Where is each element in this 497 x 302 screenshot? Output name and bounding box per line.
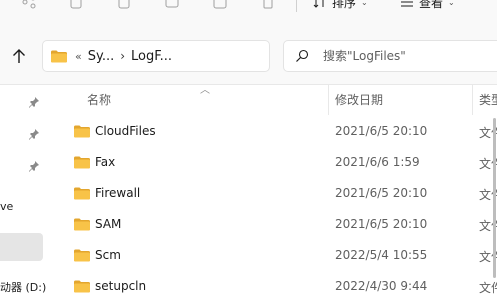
search-box[interactable] (283, 40, 497, 72)
search-icon (296, 49, 309, 62)
file-name: SAM (95, 217, 122, 231)
chevron-down-icon: ⌄ (361, 0, 368, 7)
delete-icon[interactable] (260, 0, 276, 10)
file-type: 文件 (479, 281, 497, 295)
file-date: 2021/6/6 1:59 (335, 155, 420, 169)
file-list: ︿ 名称 修改日期 类型 CloudFiles 2021/6/5 20:10 文… (62, 85, 497, 300)
file-row[interactable]: setupcln 2022/4/30 9:44 文件 (62, 271, 497, 302)
scrollbar-thumb[interactable] (493, 118, 496, 278)
pin-icon[interactable] (28, 128, 40, 140)
overflow-chevron[interactable]: « (75, 50, 82, 63)
folder-icon (51, 50, 67, 62)
file-name: Firewall (95, 186, 141, 200)
file-name: Scm (95, 248, 121, 262)
navigation-pane: ve 动器 (D:) (0, 85, 62, 300)
share-icon[interactable] (21, 0, 37, 10)
view-icon (401, 1, 413, 7)
rename-icon[interactable] (164, 0, 180, 10)
folder-icon (74, 187, 90, 200)
folder-icon (74, 249, 90, 262)
file-date: 2021/6/5 20:10 (335, 186, 428, 200)
paste-icon[interactable] (116, 0, 132, 10)
address-bar[interactable]: « Sy... › LogF... (42, 40, 270, 72)
column-divider[interactable] (472, 85, 473, 115)
nav-item-label[interactable]: 动器 (D:) (0, 279, 46, 295)
nav-item-selected[interactable] (0, 233, 43, 261)
view-label: 查看 (419, 0, 444, 10)
search-input[interactable] (323, 49, 493, 63)
file-name: CloudFiles (95, 124, 156, 138)
pin-icon[interactable] (28, 96, 40, 108)
file-row[interactable]: Firewall 2021/6/5 20:10 文件 (62, 178, 497, 209)
file-date: 2022/5/4 10:55 (335, 248, 428, 262)
file-date: 2021/6/5 20:10 (335, 124, 428, 138)
file-row[interactable]: Scm 2022/5/4 10:55 文件 (62, 240, 497, 271)
file-name: Fax (95, 155, 116, 169)
view-button[interactable]: 查看 ⌄ (400, 0, 455, 10)
sort-icon (313, 0, 324, 8)
sort-button[interactable]: 排序 ⌄ (313, 0, 368, 10)
folder-icon (74, 125, 90, 138)
up-arrow-icon[interactable] (12, 48, 26, 64)
chevron-right-icon[interactable]: › (120, 49, 125, 63)
toolbar-separator (296, 0, 297, 12)
folder-icon (74, 280, 90, 293)
file-name: setupcln (95, 279, 147, 293)
pin-icon[interactable] (28, 160, 40, 172)
file-row[interactable]: CloudFiles 2021/6/5 20:10 文件 (62, 116, 497, 147)
column-divider[interactable] (328, 85, 329, 115)
nav-item-label[interactable]: ve (0, 200, 13, 213)
file-date: 2021/6/5 20:10 (335, 217, 428, 231)
copy-icon[interactable] (68, 0, 84, 10)
chevron-down-icon: ⌄ (448, 0, 455, 7)
file-date: 2022/4/30 9:44 (335, 279, 428, 293)
command-bar: 排序 ⌄ 查看 ⌄ (0, 0, 497, 14)
share-out-icon[interactable] (212, 0, 228, 10)
column-header-type[interactable]: 类型 (479, 91, 497, 108)
folder-icon (74, 156, 90, 169)
folder-icon (74, 218, 90, 231)
breadcrumb-item[interactable]: Sy... (88, 49, 115, 64)
column-header-date[interactable]: 修改日期 (335, 91, 383, 108)
file-row[interactable]: Fax 2021/6/6 1:59 文件 (62, 147, 497, 178)
file-row[interactable]: SAM 2021/6/5 20:10 文件 (62, 209, 497, 240)
sort-label: 排序 (332, 0, 357, 10)
breadcrumb-item[interactable]: LogF... (131, 49, 172, 64)
sort-ascending-icon: ︿ (200, 85, 210, 96)
column-header-name[interactable]: 名称 (87, 91, 111, 108)
